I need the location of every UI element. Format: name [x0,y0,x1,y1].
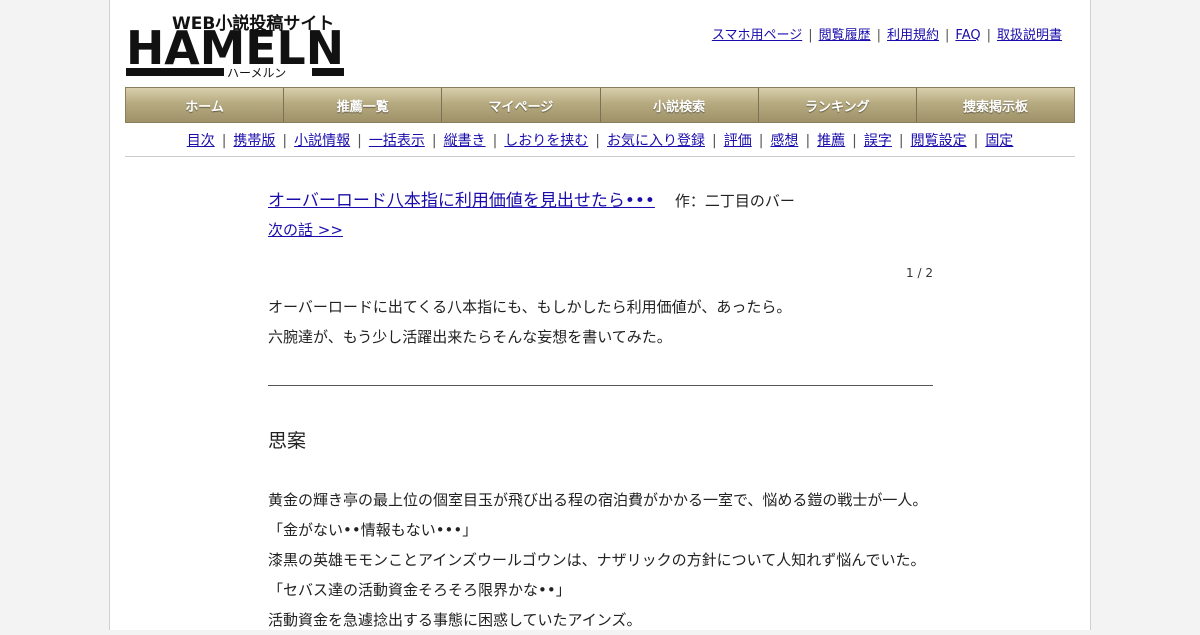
author-name: 作：二丁目のバー [674,192,795,210]
typo-report-link[interactable]: 誤字 [864,133,892,149]
logo-bar-right [312,68,344,76]
browsing-history-link[interactable]: 閲覧履歴 [819,28,871,43]
body-line: 黄金の輝き亭の最上位の個室目玉が飛び出る程の宿泊費がかかる一室で、悩める鎧の戦士… [268,491,928,509]
separator: | [945,28,950,43]
sub-nav: 目次 | 携帯版 | 小説情報 | 一括表示 | 縦書き | しおりを挟む | お気に入り登録 | 評価 | 感… [125,130,1075,150]
separator: | [595,133,600,149]
toc-link[interactable]: 目次 [187,133,215,149]
nav-recommendations[interactable]: 推薦一覧 [284,88,443,122]
preface-line: 六腕達が、もう少し活躍出来たらそんな妄想を書いてみた。 [268,328,672,346]
separator: | [282,133,288,149]
body-line: 漆黒の英雄モモンことアインズウールゴウンは、ナザリックの方針について人知れず悩ん… [268,551,926,569]
separator: | [712,133,717,149]
separator: | [492,133,498,149]
top-links: スマホ用ページ | 閲覧履歴 | 利用規約 | FAQ | 取扱説明書 [712,24,1062,43]
nav-search-board[interactable]: 捜索掲示板 [916,88,1075,122]
review-link[interactable]: 感想 [770,133,798,149]
smartphone-page-link[interactable]: スマホ用ページ [712,28,802,43]
novel-title-link[interactable]: オーバーロード八本指に利用価値を見出せたら••• [268,191,655,211]
page-container: WEB小説投稿サイト HAMELN ハーメルン スマホ用ページ | 閲覧履歴 | 利用規… [109,0,1091,630]
nav-ranking[interactable]: ランキング [758,88,917,122]
nav-novel-search[interactable]: 小説検索 [600,88,759,122]
logo-bar-left [126,68,224,76]
separator: | [808,28,813,43]
logo-graphic: WEB小説投稿サイト HAMELN ハーメルン [126,13,344,80]
chapter-title: 思案 [268,430,307,452]
body-line: 活動資金を急遽捻出する事態に困惑していたアインズ。 [268,611,642,629]
preface-text: オーバーロードに出てくる八本指にも、もしかしたら利用価値が、あったら。 六腕達が… [268,292,791,352]
logo-kana: ハーメルン [227,66,286,80]
separator: | [876,28,881,43]
rating-link[interactable]: 評価 [724,133,752,149]
preface-divider [268,385,933,386]
separator: | [973,133,979,149]
separator: | [357,133,362,149]
body-line: 「セバス達の活動資金そろそろ限界かな••」 [268,581,571,599]
next-episode-link[interactable]: 次の話 >> [268,219,343,240]
faq-link[interactable]: FAQ [955,28,980,43]
separator: | [898,133,904,149]
hameln-logo[interactable]: WEB小説投稿サイト HAMELN ハーメルン [126,10,346,80]
bookmark-link[interactable]: しおりを挟む [504,133,588,149]
separator: | [431,133,437,149]
reading-settings-link[interactable]: 閲覧設定 [911,133,967,149]
favorite-register-link[interactable]: お気に入り登録 [607,133,705,149]
novel-title-row: オーバーロード八本指に利用価値を見出せたら••• 作：二丁目のバー [268,186,795,211]
sub-nav-divider [125,156,1075,157]
separator: | [986,28,991,43]
nav-my-page[interactable]: マイページ [442,88,601,122]
show-all-link[interactable]: 一括表示 [369,133,425,149]
separator: | [805,133,811,149]
terms-of-use-link[interactable]: 利用規約 [887,28,939,43]
separator: | [758,133,764,149]
pin-link[interactable]: 固定 [985,133,1013,149]
chapter-body: 黄金の輝き亭の最上位の個室目玉が飛び出る程の宿泊費がかかる一室で、悩める鎧の戦士… [268,485,927,635]
body-line: 「金がない••情報もない•••」 [268,521,478,539]
vertical-writing-link[interactable]: 縦書き [444,133,486,149]
mobile-version-link[interactable]: 携帯版 [233,133,275,149]
separator: | [852,133,857,149]
episode-counter: 1 / 2 [906,266,933,280]
novel-info-link[interactable]: 小説情報 [294,133,350,149]
main-nav: ホーム 推薦一覧 マイページ 小説検索 ランキング 捜索掲示板 [125,87,1075,123]
nav-home[interactable]: ホーム [126,88,285,122]
preface-line: オーバーロードに出てくる八本指にも、もしかしたら利用価値が、あったら。 [268,298,792,316]
manual-link[interactable]: 取扱説明書 [997,28,1062,43]
separator: | [221,133,227,149]
recommend-link[interactable]: 推薦 [817,133,845,149]
